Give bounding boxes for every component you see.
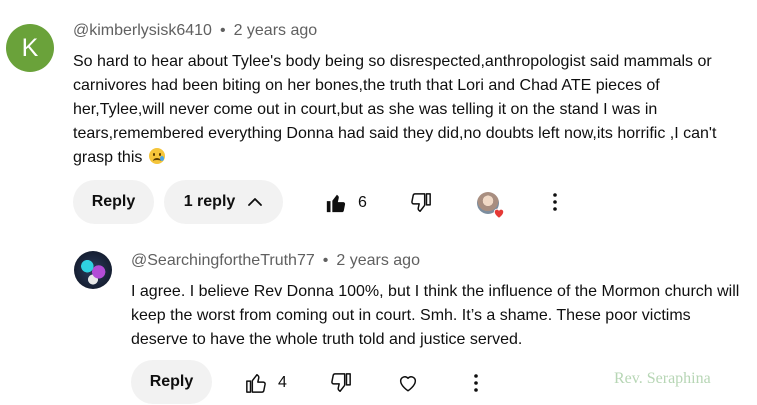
reply-reply-button-label: Reply [149, 373, 194, 390]
heart-icon[interactable] [397, 372, 419, 394]
reply-text: I agree. I believe Rev Donna 100%, but I… [131, 280, 751, 352]
replies-toggle-button[interactable]: 1 reply [164, 180, 283, 224]
reply-like-count: 4 [278, 374, 287, 391]
comment-line-text: grasp this [73, 149, 143, 166]
comment-meta: @kimberlysisk6410 • 2 years ago [73, 22, 317, 40]
author-handle[interactable]: @kimberlysisk6410 [73, 22, 212, 39]
comment-line: her,Tylee,will never come out in court,b… [73, 101, 658, 118]
crying-face-emoji [148, 148, 165, 164]
meta-separator: • [322, 252, 329, 269]
comment-time[interactable]: 2 years ago [234, 22, 318, 39]
more-options-icon[interactable] [548, 192, 562, 212]
comment-line: tears,remembered everything Donna had sa… [73, 125, 717, 142]
reply-reply-button[interactable]: Reply [131, 360, 212, 404]
comment-line: carnivores had been biting on her bones,… [73, 77, 660, 94]
reply-time[interactable]: 2 years ago [336, 252, 420, 269]
comment-line: grasp this [73, 146, 743, 170]
like-icon[interactable] [245, 372, 267, 394]
reply-line: I agree. I believe Rev Donna 100%, but I… [131, 283, 740, 300]
dislike-icon[interactable] [410, 192, 432, 214]
comment-text: So hard to hear about Tylee's body being… [73, 50, 743, 170]
reply-line: keep the worst from coming out in court.… [131, 307, 691, 324]
creator-heart-icon [493, 208, 505, 219]
reply-more-options-icon[interactable] [469, 373, 483, 393]
comment-line: So hard to hear about Tylee's body being… [73, 53, 712, 70]
like-filled-icon[interactable] [325, 192, 347, 214]
reply-button[interactable]: Reply [73, 180, 154, 224]
replies-toggle-label: 1 reply [183, 193, 236, 210]
chevron-up-icon [248, 198, 263, 206]
reply-author-handle[interactable]: @SearchingfortheTruth77 [131, 252, 315, 269]
avatar[interactable]: K [6, 24, 54, 72]
reply-meta: @SearchingfortheTruth77 • 2 years ago [131, 252, 420, 270]
meta-separator: • [219, 22, 226, 39]
like-count: 6 [358, 194, 367, 211]
reply-dislike-icon[interactable] [330, 372, 352, 394]
reply-button-label: Reply [91, 193, 136, 210]
reply-line: deserve to have the whole truth told and… [131, 331, 523, 348]
watermark-text: Rev. Seraphina [614, 370, 711, 387]
reply-avatar[interactable] [74, 251, 112, 289]
